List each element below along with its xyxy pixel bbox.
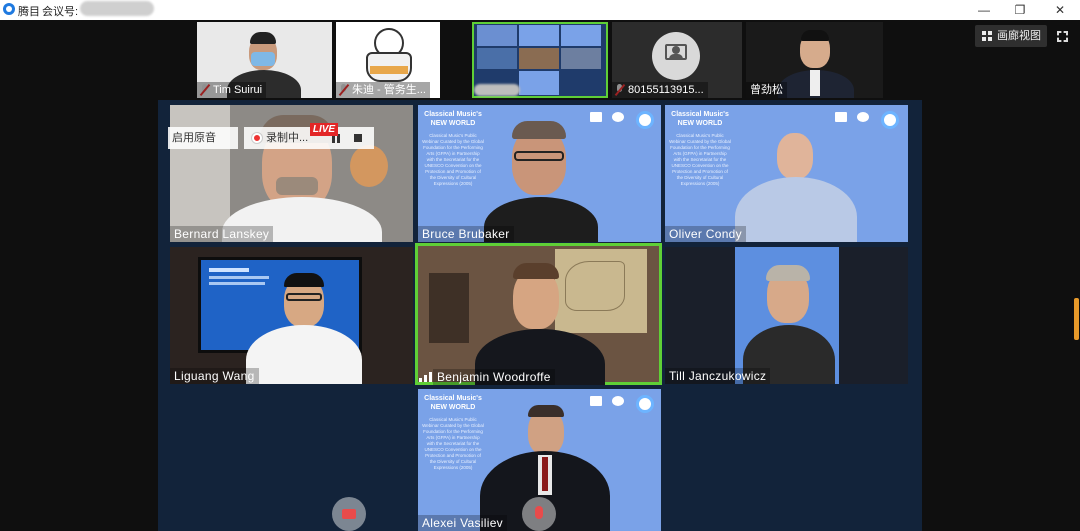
gallery-view-label: 画廊视图 [997, 30, 1041, 42]
participant-name: Benjamin Woodroffe [433, 369, 555, 385]
video-tile-benjamin-woodroffe[interactable]: Benjamin Woodroffe [415, 243, 662, 385]
restore-button[interactable]: ❐ [1010, 1, 1030, 19]
close-button[interactable]: ✕ [1050, 1, 1070, 19]
poster-body: Classical Music's Public Webinar Curated… [422, 133, 484, 186]
live-badge: LIVE [310, 123, 338, 136]
meeting-id-label: 会议号: [42, 6, 79, 18]
name-redacted [474, 84, 520, 96]
circle-logo [636, 395, 654, 413]
participant-name: Bernard Lanskey [170, 226, 274, 242]
fullscreen-icon[interactable] [1057, 31, 1068, 42]
grid-icon [982, 31, 992, 41]
mute-button[interactable] [522, 497, 556, 531]
camera-off-button[interactable] [332, 497, 366, 531]
thumbnail-tim-suirui[interactable]: Tim Suirui [197, 22, 332, 98]
video-tile-bernard-lanskey[interactable]: Bernard Lanskey [170, 105, 413, 242]
poster-title-line2: NEW WORLD [430, 120, 476, 127]
thumbnail-screen-share[interactable] [472, 22, 608, 98]
video-tile-liguang-wang[interactable]: Liguang Wang [170, 247, 413, 384]
stop-recording-icon[interactable] [354, 134, 362, 142]
circle-logo [881, 111, 899, 129]
gallery-view-button[interactable]: 画廊视图 [975, 25, 1047, 47]
recording-status: 录制中... [244, 127, 374, 149]
participant-name: 曾劲松 [746, 82, 787, 98]
poster-title-line1: Classical Music's [671, 111, 729, 118]
wall-map [555, 249, 647, 333]
thumbnail-phone-user[interactable]: 80155113915... [612, 22, 742, 98]
poster-title-line1: Classical Music's [424, 395, 482, 402]
original-sound-button[interactable]: 启用原音 [168, 127, 238, 149]
video-gallery: Bernard Lanskey Classical Music's NEW WO… [158, 100, 922, 531]
unesco-logo [590, 396, 602, 406]
mini-tile [561, 48, 601, 69]
gfpa-logo [612, 396, 624, 406]
participant-name: Till Janczukowicz [665, 368, 771, 384]
gfpa-logo [857, 112, 869, 122]
poster-body: Classical Music's Public Webinar Curated… [422, 417, 484, 470]
poster-title-line2: NEW WORLD [677, 120, 723, 127]
minimize-button[interactable]: — [974, 1, 994, 19]
app-name: 腾目 [18, 6, 40, 18]
video-tile-oliver-condy[interactable]: Classical Music's NEW WORLD Classical Mu… [665, 105, 908, 242]
poster-body: Classical Music's Public Webinar Curated… [669, 133, 731, 186]
record-dot-icon [252, 133, 262, 143]
video-tile-bruce-brubaker[interactable]: Classical Music's NEW WORLD Classical Mu… [418, 105, 661, 242]
meeting-stage: Tim Suirui 朱迪 - 管务生... 80155113915... 曾劲… [0, 20, 1080, 531]
lamp [350, 145, 388, 187]
participant-name: 朱迪 - 管务生... [336, 82, 430, 98]
participant-name: 80155113915... [612, 82, 708, 98]
participant-video [777, 133, 813, 179]
participant-name: Alexei Vasiliev [418, 515, 507, 531]
unesco-logo [590, 112, 602, 122]
video-tile-till-janczukowicz[interactable]: Till Janczukowicz [665, 247, 908, 384]
thumbnail-cartoon[interactable]: 朱迪 - 管务生... [336, 22, 440, 98]
circle-logo [636, 111, 654, 129]
mini-tile [561, 25, 601, 46]
recording-toolbar: 启用原音 录制中... [168, 127, 374, 149]
mini-tile [519, 48, 559, 69]
poster-title-line1: Classical Music's [424, 111, 482, 118]
participant-name: Oliver Condy [665, 226, 746, 242]
avatar [652, 32, 700, 80]
participant-name: Liguang Wang [170, 368, 259, 384]
thumbnail-zeng-jinsong[interactable]: 曾劲松 [746, 22, 883, 98]
participant-name: Bruce Brubaker [418, 226, 514, 242]
recording-label: 录制中... [266, 132, 309, 144]
app-logo-icon [3, 3, 15, 15]
side-scroll-handle[interactable] [1074, 298, 1079, 340]
title-bar: 腾目 会议号: — ❐ ✕ [0, 0, 1080, 20]
participant-name: Tim Suirui [197, 82, 267, 98]
meeting-id-redacted [80, 1, 154, 16]
poster-title-line2: NEW WORLD [430, 404, 476, 411]
unesco-logo [835, 112, 847, 122]
mini-tile [519, 25, 559, 46]
mini-tile [519, 71, 559, 95]
mini-tile [477, 25, 517, 46]
gfpa-logo [612, 112, 624, 122]
mini-tile [477, 48, 517, 69]
